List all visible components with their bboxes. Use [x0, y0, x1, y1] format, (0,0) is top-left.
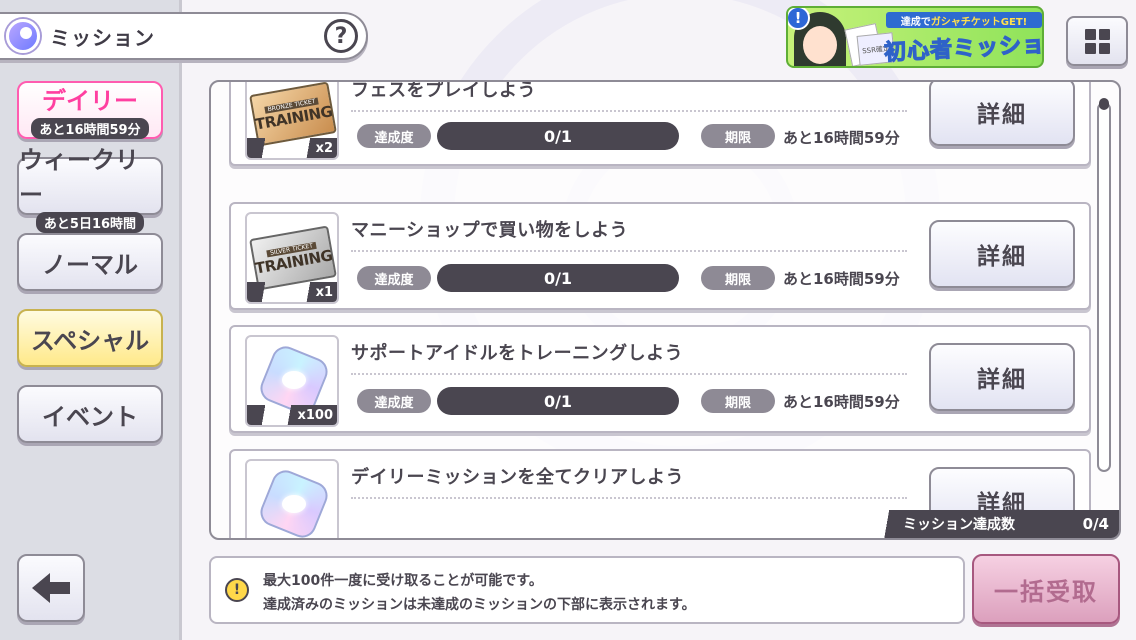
- tab-special[interactable]: スペシャル: [17, 309, 163, 367]
- banner-caption: 達成で ガシャチケットGET!: [886, 12, 1042, 28]
- tab-daily[interactable]: デイリー あと16時間59分: [17, 81, 163, 139]
- tab-normal[interactable]: ノーマル: [17, 233, 163, 291]
- reward-quantity: x100: [281, 405, 337, 425]
- reward-quantity: x2: [299, 138, 337, 158]
- deadline-label: 期限: [701, 266, 775, 290]
- reward-thumbnail: BRONZE TICKET TRAINING x2: [245, 82, 339, 160]
- tab-weekly-timer: あと5日16時間: [35, 211, 145, 233]
- grid-menu-icon: [1084, 28, 1096, 40]
- tab-normal-label: ノーマル: [42, 250, 138, 279]
- mission-card: x100 サポートアイドルをトレーニングしよう 達成度 0/1 期限 あと16時…: [229, 325, 1091, 433]
- progress-bar: 0/1: [437, 122, 679, 150]
- exclamation-icon: !: [225, 578, 249, 602]
- reward-thumbnail: SILVER TICKET TRAINING x1: [245, 212, 339, 304]
- grid-menu-icon-cell: [1098, 28, 1110, 40]
- notification-badge-icon: !: [788, 8, 810, 30]
- mission-count-bar: ミッション達成数 0/4: [875, 510, 1119, 538]
- info-box: ! 最大100件一度に受け取ることが可能です。 達成済みのミッションは未達成のミ…: [209, 556, 965, 624]
- mission-card: SILVER TICKET TRAINING x1 マニーショップで買い物をしよ…: [229, 202, 1091, 310]
- bronze-ticket-icon: BRONZE TICKET TRAINING: [249, 82, 337, 147]
- progress-label: 達成度: [357, 124, 431, 148]
- banner-caption-b: ガシャチケットGET!: [930, 16, 1028, 28]
- reward-thumbnail: x100: [245, 335, 339, 427]
- divider: [351, 250, 907, 252]
- progress-bar: 0/1: [437, 387, 679, 415]
- progress-label: 達成度: [357, 389, 431, 413]
- mission-card: BRONZE TICKET TRAINING x2 フェスをプレイしよう 達成度…: [229, 80, 1091, 166]
- detail-button[interactable]: 詳細: [929, 82, 1075, 146]
- divider: [351, 373, 907, 375]
- banner-caption-a: 達成で: [900, 16, 931, 28]
- tab-daily-timer: あと16時間59分: [31, 118, 149, 139]
- detail-button[interactable]: 詳細: [929, 343, 1075, 411]
- title-bar: ミッション ?: [0, 12, 368, 60]
- info-line-2: 達成済みのミッションは未達成のミッションの下部に表示されます。: [263, 597, 696, 613]
- tab-event[interactable]: イベント: [17, 385, 163, 443]
- page-title: ミッション: [50, 25, 155, 50]
- help-button[interactable]: ?: [324, 19, 358, 53]
- info-line-1: 最大100件一度に受け取ることが可能です。: [263, 573, 543, 589]
- scrollbar[interactable]: [1097, 102, 1111, 472]
- detail-button[interactable]: 詳細: [929, 220, 1075, 288]
- beginner-mission-banner[interactable]: SSR確定 達成で ガシャチケットGET! 初心者ミッション !: [786, 6, 1044, 68]
- mission-title: サポートアイドルをトレーニングしよう: [351, 343, 684, 364]
- deadline-value: あと16時間59分: [783, 270, 900, 288]
- silver-ticket-icon: SILVER TICKET TRAINING: [249, 225, 337, 291]
- grid-menu-button[interactable]: [1066, 16, 1128, 66]
- tab-daily-label: デイリー: [42, 87, 138, 115]
- deadline-value: あと16時間59分: [783, 393, 900, 411]
- deadline-label: 期限: [701, 124, 775, 148]
- tab-special-label: スペシャル: [30, 326, 150, 355]
- mission-count-value: 0/4: [1082, 515, 1109, 533]
- mission-count-label: ミッション達成数: [903, 517, 1015, 533]
- divider: [351, 497, 907, 499]
- tab-weekly-label: ウィークリー: [19, 145, 139, 209]
- mission-title: マニーショップで買い物をしよう: [351, 220, 629, 241]
- mission-title: フェスをプレイしよう: [351, 80, 536, 101]
- mission-list[interactable]: BRONZE TICKET TRAINING x2 フェスをプレイしよう 達成度…: [209, 80, 1121, 540]
- divider: [351, 110, 907, 112]
- deadline-value: あと16時間59分: [783, 129, 900, 147]
- scrollbar-thumb[interactable]: [1099, 98, 1109, 110]
- grid-menu-icon-cell: [1084, 42, 1096, 54]
- tab-event-label: イベント: [42, 402, 138, 431]
- reward-quantity: x1: [299, 282, 337, 302]
- grid-menu-icon-cell: [1098, 42, 1110, 54]
- arrow-left-icon: [32, 573, 70, 603]
- banner-title: 初心者ミッション: [883, 31, 1044, 66]
- mission-title: デイリーミッションを全てクリアしよう: [351, 467, 684, 488]
- progress-bar: 0/1: [437, 264, 679, 292]
- jewel-icon: [256, 466, 332, 538]
- tab-weekly[interactable]: ウィークリー あと5日16時間: [17, 146, 163, 233]
- banner-character-face: [803, 26, 837, 64]
- reward-thumbnail: [245, 459, 339, 538]
- back-button[interactable]: [17, 554, 85, 622]
- progress-label: 達成度: [357, 266, 431, 290]
- mission-app-icon: [6, 19, 40, 53]
- claim-all-button[interactable]: 一括受取: [972, 554, 1120, 624]
- deadline-label: 期限: [701, 389, 775, 413]
